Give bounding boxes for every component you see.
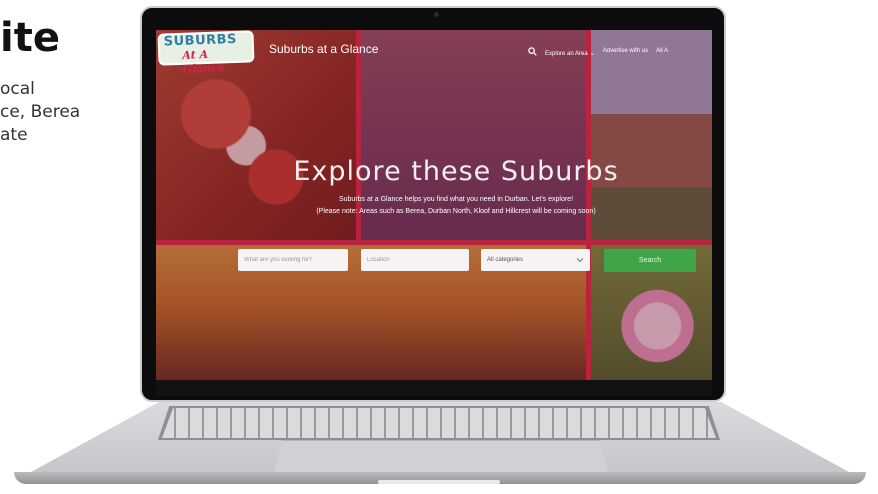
website-screen: SUBURBS At A Glance Suburbs at a Glance …	[156, 30, 712, 380]
site-title[interactable]: Suburbs at a Glance	[269, 42, 378, 56]
keyboard-keys	[162, 408, 716, 438]
nav-item-all[interactable]: All A	[656, 48, 668, 54]
chevron-down-icon: ⌄	[589, 51, 595, 57]
search-icon[interactable]	[528, 46, 537, 56]
top-nav: Explore an Area ⌄ Advertise with us All A	[528, 44, 668, 58]
search-button-label: Search	[638, 257, 662, 264]
camera-icon	[434, 12, 439, 17]
nav-item-explore[interactable]: Explore an Area ⌄	[545, 42, 595, 60]
panel-divider	[586, 30, 591, 380]
location-input[interactable]	[361, 249, 469, 271]
nav-item-label: Explore an Area	[545, 51, 588, 57]
hero-overlay	[156, 30, 712, 380]
chevron-down-icon	[576, 258, 584, 263]
category-select[interactable]: All categories	[481, 249, 590, 271]
side-caption-line: ate	[0, 125, 28, 145]
side-caption-body: ocal ce, Berea ate	[0, 78, 140, 147]
nav-item-advertise[interactable]: Advertise with us	[603, 48, 648, 54]
screen-bezel	[156, 380, 712, 396]
hero-note: (Please note: Areas such as Berea, Durba…	[316, 208, 596, 215]
side-caption: ite ocal ce, Berea ate	[0, 14, 140, 147]
hero-title: Explore these Suburbs	[293, 156, 619, 187]
category-select-value: All categories	[487, 257, 524, 263]
panel-divider	[156, 240, 712, 245]
logo-tagline: At A Glance	[182, 47, 226, 76]
site-logo[interactable]: SUBURBS At A Glance	[157, 30, 255, 76]
search-input[interactable]	[238, 249, 348, 271]
hero-subtitle: Suburbs at a Glance helps you find what …	[338, 196, 574, 203]
side-caption-line: ocal	[0, 79, 35, 99]
search-button[interactable]: Search	[604, 249, 696, 272]
side-caption-line: ce, Berea	[0, 102, 81, 122]
side-caption-title: ite	[0, 15, 60, 61]
laptop-notch	[378, 480, 500, 484]
